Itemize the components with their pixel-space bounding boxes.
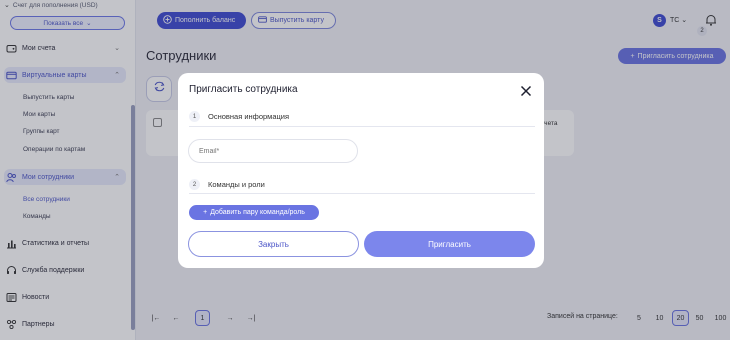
plus-icon: + — [203, 209, 208, 216]
step-label: Команды и роли — [208, 180, 265, 189]
step-teams-roles: 2 Команды и роли — [189, 179, 265, 190]
step-number: 1 — [189, 111, 200, 122]
step-label: Основная информация — [208, 112, 290, 121]
divider — [189, 193, 535, 194]
divider — [189, 126, 535, 127]
email-field[interactable] — [188, 139, 358, 163]
step-basic-info: 1 Основная информация — [189, 111, 289, 122]
step-number: 2 — [189, 179, 200, 190]
modal-title: Пригласить сотрудника — [189, 84, 298, 95]
close-button[interactable]: Закрыть — [188, 231, 359, 257]
invite-modal: Пригласить сотрудника 1 Основная информа… — [178, 73, 544, 268]
add-team-role-label: Добавить пару команда/роль — [210, 209, 305, 216]
add-team-role-button[interactable]: + Добавить пару команда/роль — [189, 205, 319, 220]
invite-button[interactable]: Пригласить — [364, 231, 535, 257]
close-icon[interactable] — [520, 84, 532, 97]
